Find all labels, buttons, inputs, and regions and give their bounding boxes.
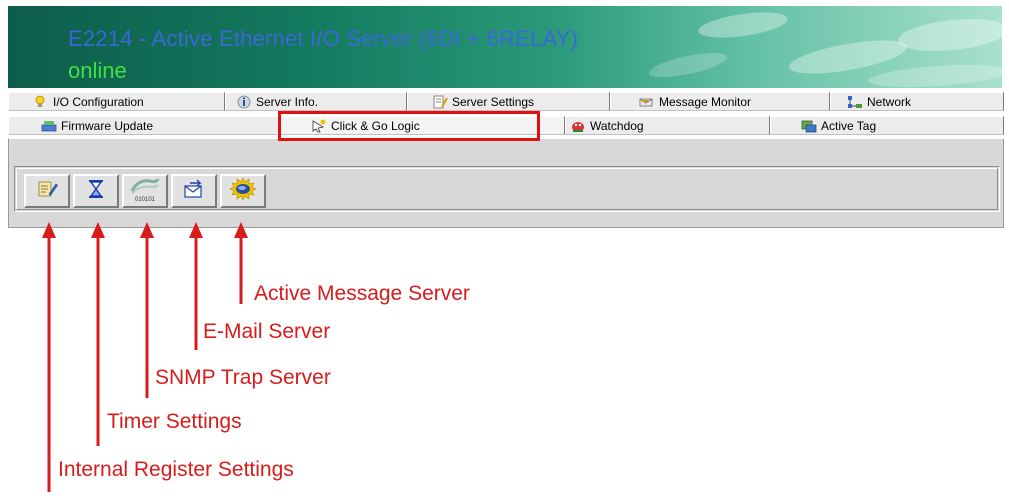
callout-timer-settings: Timer Settings bbox=[107, 410, 242, 433]
arrow-internal-register-head bbox=[42, 222, 56, 238]
arrow-active-message-head bbox=[234, 222, 248, 238]
arrow-snmp-head bbox=[140, 222, 154, 238]
callout-email-server: E-Mail Server bbox=[203, 320, 331, 343]
arrow-email-head bbox=[189, 222, 203, 238]
callout-internal-register-settings: Internal Register Settings bbox=[58, 458, 294, 481]
arrow-timer-head bbox=[91, 222, 105, 238]
callout-active-message-server: Active Message Server bbox=[254, 282, 470, 305]
callout-snmp-trap-server: SNMP Trap Server bbox=[155, 366, 331, 389]
